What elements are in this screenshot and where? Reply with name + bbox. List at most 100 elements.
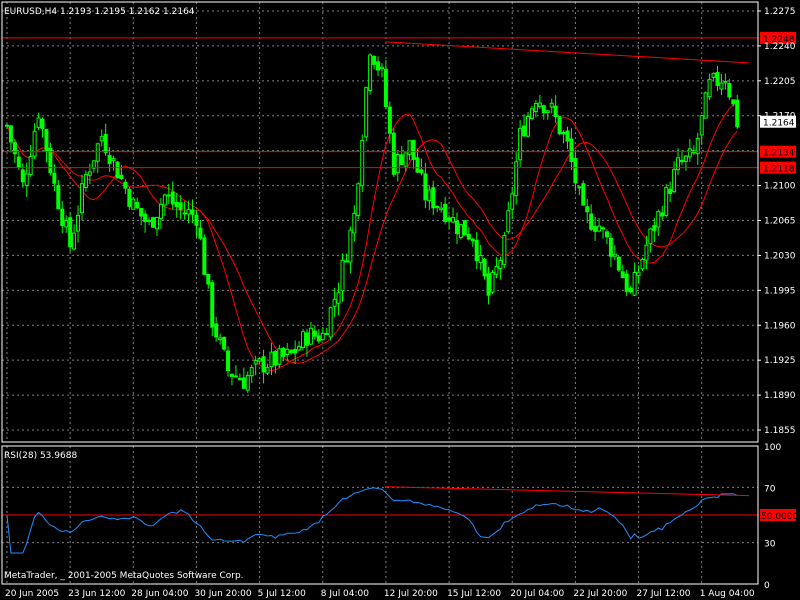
candle-body <box>241 377 246 389</box>
candle-body <box>202 237 207 275</box>
candle-body <box>593 226 598 232</box>
candle-body <box>170 191 175 205</box>
candle-body <box>379 66 384 70</box>
x-tick-label: 5 Jul 12:00 <box>258 589 307 599</box>
grid-lines <box>2 2 758 584</box>
candle-body <box>107 154 112 165</box>
candle-body <box>687 148 692 158</box>
candle-body <box>166 194 171 197</box>
candle-body <box>304 332 309 346</box>
candle-body <box>44 129 49 152</box>
candle-body <box>601 227 606 230</box>
candle-body <box>277 348 282 365</box>
candle-body <box>210 282 215 328</box>
candle-body <box>604 231 609 238</box>
candle-body <box>514 161 519 197</box>
candle-body <box>735 99 740 128</box>
x-tick-label: 28 Jun 04:00 <box>131 589 188 599</box>
candle-body <box>419 169 424 174</box>
price-chart[interactable]: 1.22481.21341.21181.2164 50.000010070300… <box>0 0 800 600</box>
level-label: 1.2118 <box>763 165 795 175</box>
candle-body <box>83 173 88 188</box>
candle-body <box>498 259 503 270</box>
candle-body <box>478 255 483 263</box>
candle-body <box>76 215 81 232</box>
candle-body <box>320 332 325 341</box>
candle-body <box>265 367 270 374</box>
y-tick-label: 1.1995 <box>764 286 796 296</box>
candle-body <box>72 232 77 250</box>
candle-body <box>458 224 463 238</box>
candle-body <box>490 272 495 293</box>
candle-body <box>372 55 377 65</box>
candle-body <box>502 235 507 265</box>
candle-body <box>364 87 369 138</box>
trendline <box>385 41 750 64</box>
candle-body <box>719 82 724 90</box>
y-tick-label: 1.2100 <box>764 182 796 192</box>
candle-body <box>123 181 128 189</box>
moving-averages <box>6 102 738 371</box>
candle-body <box>135 201 140 209</box>
candle-body <box>281 347 286 357</box>
candle-body <box>99 136 104 142</box>
x-tick-label: 27 Jul 12:00 <box>637 589 691 599</box>
candle-body <box>198 227 203 239</box>
candle-body <box>249 367 254 377</box>
candle-body <box>462 220 467 236</box>
candle-body <box>577 186 582 189</box>
axis-labels: 1.2275 1.2240 1.2205 1.2170 1.2100 1.2065 1.20… <box>5 7 796 599</box>
x-tick-label: 1 Aug 04:00 <box>700 589 755 599</box>
chart-title: EURUSD,H4 1.2193 1.2195 1.2162 1.2164 <box>4 7 195 17</box>
x-tick-label: 30 Jun 20:00 <box>194 589 251 599</box>
candle-body <box>616 256 621 271</box>
y-tick-label: 1.2205 <box>764 77 796 87</box>
candle-body <box>151 217 156 228</box>
x-tick-label: 20 Jun 2005 <box>5 589 59 599</box>
candle-body <box>285 348 290 356</box>
chart-frame <box>1 1 759 585</box>
candle-body <box>632 271 637 296</box>
candle-body <box>549 102 554 108</box>
rsi-trendline <box>385 486 750 497</box>
candle-body <box>356 183 361 216</box>
candle-body <box>660 212 665 217</box>
candle-body <box>557 116 562 135</box>
candle-body <box>387 106 392 134</box>
candle-body <box>143 213 148 223</box>
candle-body <box>679 159 684 163</box>
candle-body <box>312 330 317 337</box>
y-tick-label: 1.1925 <box>764 356 796 366</box>
candle-body <box>214 323 219 338</box>
rsi-y-tick-label: 0 <box>764 581 770 591</box>
candlesticks <box>4 53 740 393</box>
candle-body <box>103 133 108 154</box>
candle-body <box>612 253 617 257</box>
candle-body <box>581 183 586 206</box>
candle-body <box>486 273 491 296</box>
candle-body <box>229 373 234 377</box>
candle-body <box>597 225 602 232</box>
candle-body <box>731 99 736 105</box>
candle-body <box>624 273 629 292</box>
candle-body <box>482 258 487 277</box>
candle-body <box>447 217 452 222</box>
candle-body <box>32 130 37 157</box>
candle-body <box>95 143 100 162</box>
candle-body <box>348 229 353 263</box>
candle-body <box>253 359 258 365</box>
candle-body <box>273 351 278 366</box>
candle-body <box>376 61 381 71</box>
candle-body <box>162 194 167 206</box>
x-tick-label: 15 Jul 12:00 <box>447 589 501 599</box>
candle-body <box>190 209 195 215</box>
candle-body <box>56 185 61 210</box>
candle-body <box>668 188 673 194</box>
candle-body <box>435 205 440 208</box>
candle-body <box>573 157 578 184</box>
x-tick-label: 8 Jul 04:00 <box>321 589 370 599</box>
candle-body <box>553 105 558 118</box>
candle-body <box>443 203 448 222</box>
candle-body <box>439 207 444 211</box>
candle-body <box>368 54 373 92</box>
